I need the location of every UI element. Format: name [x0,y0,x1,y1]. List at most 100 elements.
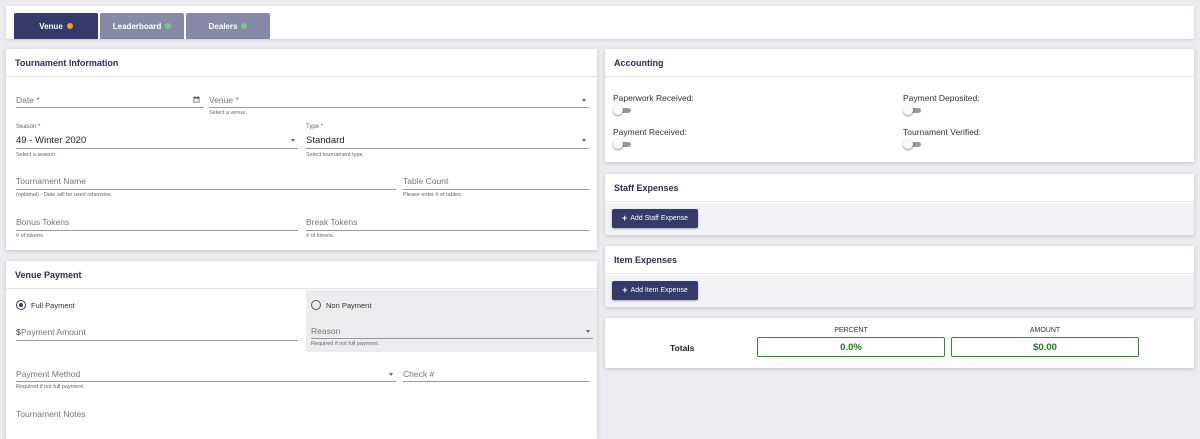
check-number-input[interactable]: Check # [403,367,589,387]
payment-method-placeholder: Payment Method [16,369,81,379]
tournament-notes-placeholder: Tournament Notes [16,409,86,419]
date-placeholder: Date * [16,95,40,105]
bonus-tokens-placeholder: Bonus Tokens [16,217,70,227]
tournament-name-placeholder: Tournament Name [16,176,86,186]
bonus-tokens-hint: # of tokens. [16,233,45,239]
payment-amount-underline [16,340,298,341]
reason-placeholder: Reason [311,326,341,336]
type-hint: Select tournament type. [306,152,365,158]
break-tokens-placeholder: Break Tokens [306,217,358,227]
reason-hint: Required if not full payment. [311,341,380,347]
add-item-expense-button[interactable]: + Add Item Expense [612,281,698,300]
season-label: Season * [16,124,41,130]
tab-venue-label: Venue [39,21,63,31]
status-dot-icon [165,23,172,29]
season-select[interactable]: Season * 49 - Winter 2020 Select a seaso… [16,124,298,160]
break-tokens-hint: # of tokens. [306,233,335,239]
payment-deposited-label: Payment Deposited: [903,93,980,103]
type-select[interactable]: Type * Standard Select tournament type. [306,124,589,160]
payment-amount-placeholder: Payment Amount [21,327,86,337]
payment-received-label: Payment Received: [613,127,687,137]
chevron-down-icon [586,330,590,333]
full-payment-radio[interactable]: Full Payment [16,299,136,313]
chevron-down-icon [582,99,586,102]
payment-method-select[interactable]: Payment Method Required if not full paym… [16,367,396,395]
tab-venue[interactable]: Venue [14,13,98,39]
table-count-placeholder: Table Count [403,176,449,186]
type-underline [306,148,589,149]
bonus-tokens-input[interactable]: Bonus Tokens # of tokens. [16,214,298,242]
payment-method-underline [16,381,396,382]
full-payment-label: Full Payment [31,301,75,310]
date-underline [16,107,204,108]
add-staff-expense-label: Add Staff Expense [630,215,689,222]
tournament-verified-toggle[interactable] [903,139,921,149]
paperwork-received-toggle[interactable] [613,105,631,115]
chevron-down-icon [291,139,295,142]
reason-select[interactable]: Reason Required if not full payment. [311,324,593,350]
paperwork-received-label: Paperwork Received: [613,93,694,103]
card-title: Venue Payment [6,261,597,289]
break-tokens-input[interactable]: Break Tokens # of tokens. [306,214,589,242]
card-title: Accounting [605,49,1194,77]
non-payment-panel: Non Payment Reason Required if not full … [306,290,597,352]
add-staff-expense-button[interactable]: + Add Staff Expense [612,209,698,228]
amount-column-header: AMOUNT [1029,327,1061,334]
totals-card: PERCENT AMOUNT Totals 0.0% $0.00 [605,318,1194,368]
toggle-knob [903,139,913,149]
tournament-name-input[interactable]: Tournament Name (optional) - Date will b… [16,173,396,201]
card-title: Tournament Information [6,49,597,77]
venue-payment-card: Venue Payment Full Payment Non Payment R… [6,261,597,439]
tab-bar: Venue Leaderboard Dealers [6,6,1194,39]
staff-expenses-card: Staff Expenses + Add Staff Expense [605,174,1194,235]
venue-underline [209,107,589,108]
tournament-name-underline [16,189,396,190]
type-value: Standard [306,135,345,146]
tournament-notes-input[interactable]: Tournament Notes [16,407,589,435]
tournament-name-hint: (optional) - Date will be used otherwise… [16,192,113,198]
toggle-knob [613,139,623,149]
percent-column-header: PERCENT [834,327,868,334]
date-field[interactable]: Date * [16,89,204,114]
chevron-down-icon [389,373,393,376]
toggle-knob [613,105,623,115]
plus-icon: + [621,213,628,223]
season-value: 49 - Winter 2020 [16,135,87,146]
payment-deposited-toggle[interactable] [903,105,921,115]
season-hint: Select a season. [16,152,57,158]
table-count-underline [403,189,589,190]
status-dot-icon [66,23,73,29]
chevron-down-icon [582,139,586,142]
venue-hint: Select a venue. [209,110,247,116]
type-label: Type * [306,124,324,130]
payment-received-toggle[interactable] [613,139,631,149]
bonus-tokens-underline [16,230,298,231]
tab-leaderboard-label: Leaderboard [112,21,162,31]
break-tokens-underline [306,230,589,231]
percent-total-value: 0.0% [757,337,945,357]
status-dot-icon [241,23,248,29]
venue-select[interactable]: Venue * Select a venue. [209,89,589,117]
tab-dealers[interactable]: Dealers [186,13,270,39]
table-count-input[interactable]: Table Count Please enter # of tables. [403,173,589,201]
tab-dealers-label: Dealers [208,21,238,31]
tab-leaderboard[interactable]: Leaderboard [100,13,184,39]
item-expenses-card: Item Expenses + Add Item Expense [605,246,1194,307]
card-title: Item Expenses [605,246,1194,274]
season-underline [16,148,298,149]
non-payment-label: Non Payment [326,301,372,310]
totals-label: Totals [670,343,695,353]
check-number-underline [403,381,589,382]
payment-method-hint: Required if not full payment. [16,384,85,390]
toggle-knob [903,105,913,115]
add-item-expense-label: Add Item Expense [630,287,688,294]
radio-checked-icon [16,300,26,310]
non-payment-radio[interactable]: Non Payment [311,299,431,313]
accounting-card: Accounting Paperwork Received: Payment D… [605,49,1194,162]
amount-total-value: $0.00 [951,337,1139,357]
calendar-icon[interactable] [193,96,200,103]
tournament-information-card: Tournament Information Date * Venue * Se… [6,49,597,250]
radio-unchecked-icon [311,300,321,310]
payment-amount-input[interactable]: $ Payment Amount [16,325,298,345]
plus-icon: + [622,285,628,295]
